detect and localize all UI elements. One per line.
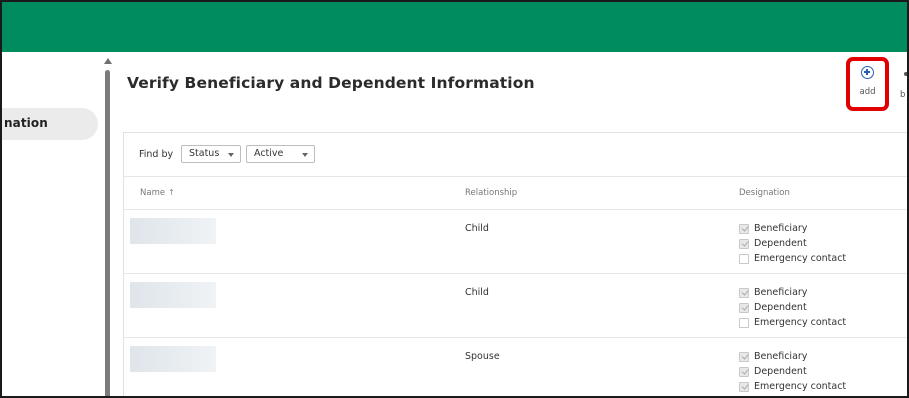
top-banner [2, 2, 907, 52]
designation-dependent[interactable]: Dependent [739, 236, 846, 251]
next-action-icon[interactable] [904, 72, 907, 76]
sidebar-item-information[interactable]: nation [2, 108, 98, 140]
designation-group: Beneficiary Dependent Emergency contact [739, 349, 846, 394]
table-row[interactable]: Spouse Beneficiary Dependent Emergency c… [124, 338, 907, 396]
next-action-label[interactable]: b [900, 90, 905, 100]
sort-ascending-icon[interactable]: ↑ [168, 188, 175, 197]
checkbox[interactable] [739, 366, 749, 377]
add-button[interactable]: add [846, 57, 889, 111]
redacted-name [130, 346, 216, 372]
designation-dependent[interactable]: Dependent [739, 364, 846, 379]
checkbox[interactable] [739, 317, 749, 328]
checkbox[interactable] [739, 287, 749, 298]
add-button-label: add [859, 87, 876, 97]
column-header-designation: Designation [739, 188, 790, 198]
status-filter-label: Status [189, 148, 220, 159]
scroll-up-arrow-icon[interactable] [104, 58, 112, 64]
table-row[interactable]: Child Beneficiary Dependent Emergency co… [124, 210, 907, 274]
redacted-name [130, 218, 216, 244]
checkbox[interactable] [739, 238, 749, 249]
redacted-name [130, 282, 216, 308]
designation-beneficiary[interactable]: Beneficiary [739, 349, 846, 364]
designation-group: Beneficiary Dependent Emergency contact [739, 221, 846, 266]
column-header-relationship: Relationship [465, 188, 518, 198]
relationship-value: Child [465, 287, 489, 298]
main-content: Verify Beneficiary and Dependent Informa… [113, 52, 907, 396]
sidebar-item-label: nation [4, 116, 48, 130]
add-circle-icon [861, 66, 874, 79]
active-filter-select[interactable]: Active [246, 145, 315, 163]
active-filter-label: Active [254, 148, 284, 159]
status-filter-select[interactable]: Status [181, 145, 241, 163]
scrollbar-thumb[interactable] [105, 70, 110, 396]
chevron-down-icon [228, 153, 234, 157]
designation-beneficiary[interactable]: Beneficiary [739, 285, 846, 300]
relationship-value: Child [465, 223, 489, 234]
page-title: Verify Beneficiary and Dependent Informa… [127, 74, 535, 92]
designation-beneficiary[interactable]: Beneficiary [739, 221, 846, 236]
chevron-down-icon [302, 153, 308, 157]
designation-dependent[interactable]: Dependent [739, 300, 846, 315]
app-window: nation Verify Beneficiary and Dependent … [0, 0, 909, 398]
sidebar: nation [2, 52, 106, 396]
column-header-name[interactable]: Name ↑ [140, 188, 175, 198]
designation-emergency-contact[interactable]: Emergency contact [739, 315, 846, 330]
checkbox[interactable] [739, 351, 749, 362]
find-by-label: Find by [139, 149, 174, 160]
filter-bar: Find by Status Active [124, 133, 907, 177]
relationship-value: Spouse [465, 351, 500, 362]
table-header-row: Name ↑ Relationship Designation [124, 177, 907, 210]
checkbox[interactable] [739, 223, 749, 234]
checkbox[interactable] [739, 381, 749, 392]
table-row[interactable]: Child Beneficiary Dependent Emergency co… [124, 274, 907, 338]
dependents-table: Find by Status Active Name ↑ Relationship… [123, 132, 907, 396]
designation-group: Beneficiary Dependent Emergency contact [739, 285, 846, 330]
designation-emergency-contact[interactable]: Emergency contact [739, 251, 846, 266]
checkbox[interactable] [739, 302, 749, 313]
designation-emergency-contact[interactable]: Emergency contact [739, 379, 846, 394]
checkbox[interactable] [739, 253, 749, 264]
